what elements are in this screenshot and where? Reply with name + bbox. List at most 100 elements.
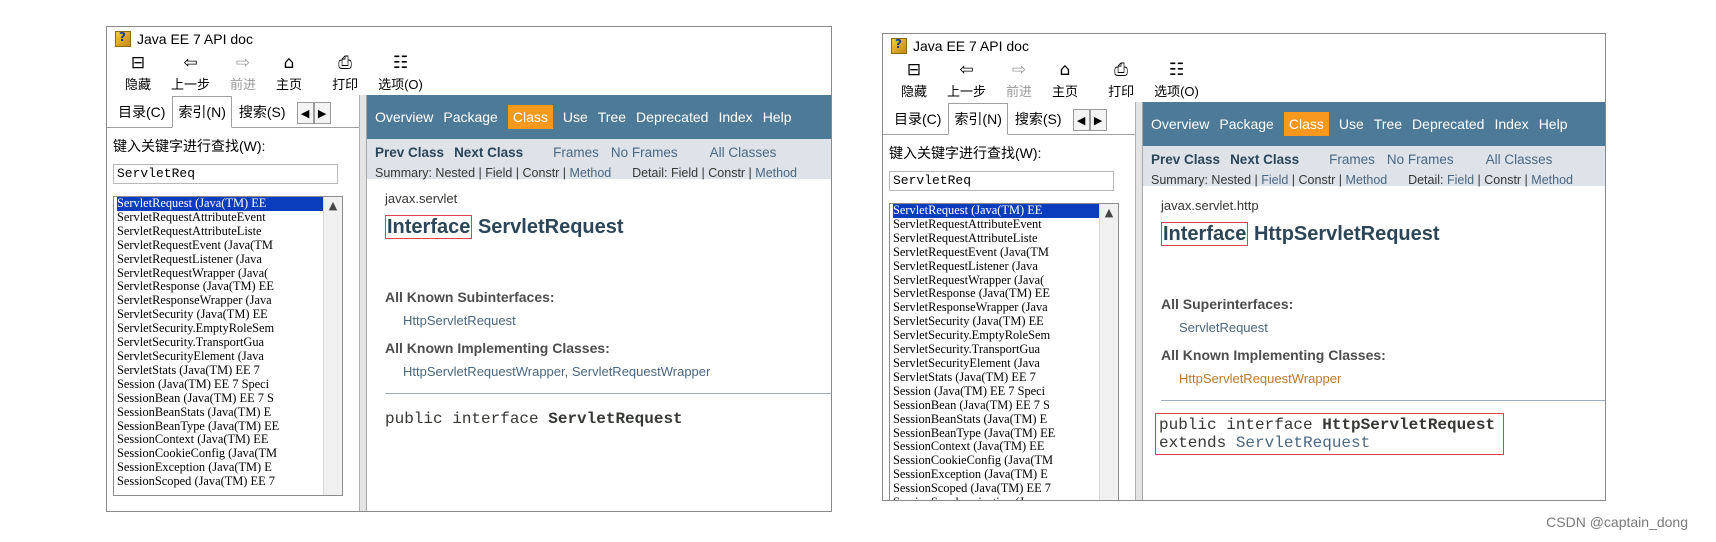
back-button[interactable]: ⇦ 上一步 bbox=[947, 61, 986, 100]
index-list-item[interactable]: SessionCookieConfig (Java(TM bbox=[893, 454, 1099, 468]
detail-method-link[interactable]: Method bbox=[1531, 173, 1573, 187]
index-list-item[interactable]: SessionScoped (Java(TM) EE 7 bbox=[893, 482, 1099, 496]
next-class-link[interactable]: Next Class bbox=[454, 145, 523, 160]
next-class-link[interactable]: Next Class bbox=[1230, 152, 1299, 167]
nav-tree[interactable]: Tree bbox=[1374, 116, 1402, 132]
tab-scroll-right-icon[interactable]: ▶ bbox=[313, 102, 331, 124]
keyword-input[interactable]: ServletReq bbox=[889, 171, 1114, 191]
index-list-item[interactable]: ServletResponse (Java(TM) EE bbox=[117, 280, 323, 294]
print-button[interactable]: ⎙ 打印 bbox=[332, 54, 358, 93]
nav-deprecated[interactable]: Deprecated bbox=[636, 109, 708, 125]
index-list-scrollbar[interactable]: ▲ bbox=[323, 197, 342, 495]
nav-help[interactable]: Help bbox=[1539, 116, 1568, 132]
index-list-item[interactable]: ServletSecurity.EmptyRoleSem bbox=[117, 322, 323, 336]
print-button[interactable]: ⎙ 打印 bbox=[1108, 61, 1134, 100]
frames-link[interactable]: Frames bbox=[1329, 152, 1375, 167]
index-list-item[interactable]: SessionBeanStats (Java(TM) E bbox=[117, 406, 323, 420]
nav-help[interactable]: Help bbox=[763, 109, 792, 125]
forward-button[interactable]: ⇨ 前进 bbox=[230, 54, 256, 93]
summary-method-link[interactable]: Method bbox=[1346, 173, 1388, 187]
index-list-item[interactable]: SessionContext (Java(TM) EE bbox=[893, 440, 1099, 454]
prev-class-link[interactable]: Prev Class bbox=[1151, 152, 1220, 167]
nav-overview[interactable]: Overview bbox=[375, 109, 433, 125]
index-list-item[interactable]: ServletSecurity.TransportGua bbox=[117, 336, 323, 350]
tab-scroll-left-icon[interactable]: ◀ bbox=[1072, 109, 1090, 131]
index-list-item[interactable]: SessionBeanType (Java(TM) EE bbox=[893, 427, 1099, 441]
prev-class-link[interactable]: Prev Class bbox=[375, 145, 444, 160]
index-list-item[interactable]: ServletRequestListener (Java bbox=[893, 260, 1099, 274]
index-list-item[interactable]: SessionCookieConfig (Java(TM bbox=[117, 447, 323, 461]
summary-method-link[interactable]: Method bbox=[570, 166, 612, 180]
nav-overview[interactable]: Overview bbox=[1151, 116, 1209, 132]
nav-use[interactable]: Use bbox=[563, 109, 588, 125]
nav-package[interactable]: Package bbox=[443, 109, 497, 125]
tab-search[interactable]: 搜索(S) bbox=[234, 98, 291, 127]
subinterface-link[interactable]: HttpServletRequest bbox=[403, 313, 831, 328]
index-list-item[interactable]: ServletRequestAttributeListe bbox=[893, 232, 1099, 246]
no-frames-link[interactable]: No Frames bbox=[611, 145, 678, 160]
detail-method-link[interactable]: Method bbox=[755, 166, 797, 180]
pane-splitter[interactable] bbox=[360, 95, 367, 511]
no-frames-link[interactable]: No Frames bbox=[1387, 152, 1454, 167]
index-list-item[interactable]: ServletRequestWrapper (Java( bbox=[893, 274, 1099, 288]
index-list-item[interactable]: Session (Java(TM) EE 7 Speci bbox=[893, 385, 1099, 399]
index-list-item[interactable]: ServletRequestAttributeEvent bbox=[117, 211, 323, 225]
index-list-item[interactable]: SessionScoped (Java(TM) EE 7 bbox=[117, 475, 323, 489]
tab-contents[interactable]: 目录(C) bbox=[113, 98, 170, 127]
index-list-item[interactable]: ServletSecurity (Java(TM) EE bbox=[893, 315, 1099, 329]
index-list-item[interactable]: ServletRequestListener (Java bbox=[117, 253, 323, 267]
index-list-item[interactable]: ServletRequest (Java(TM) EE bbox=[117, 197, 323, 211]
tab-contents[interactable]: 目录(C) bbox=[889, 105, 946, 134]
tab-scroll-right-icon[interactable]: ▶ bbox=[1089, 109, 1107, 131]
index-list-item[interactable]: ServletRequestEvent (Java(TM bbox=[893, 246, 1099, 260]
index-list-item[interactable]: SessionBeanType (Java(TM) EE bbox=[117, 420, 323, 434]
index-list-item[interactable]: SessionSynchronization (Java bbox=[893, 496, 1099, 500]
keyword-input[interactable]: ServletReq bbox=[113, 164, 338, 184]
index-list-item[interactable]: ServletResponseWrapper (Java bbox=[117, 294, 323, 308]
tab-search[interactable]: 搜索(S) bbox=[1010, 105, 1067, 134]
index-list-item[interactable]: SessionBeanStats (Java(TM) E bbox=[893, 413, 1099, 427]
all-classes-link[interactable]: All Classes bbox=[710, 145, 777, 160]
index-list-item[interactable]: SessionBean (Java(TM) EE 7 S bbox=[117, 392, 323, 406]
index-list-item[interactable]: ServletSecurity.TransportGua bbox=[893, 343, 1099, 357]
index-list-item[interactable]: SessionException (Java(TM) E bbox=[117, 461, 323, 475]
back-button[interactable]: ⇦ 上一步 bbox=[171, 54, 210, 93]
options-button[interactable]: ☷ 选项(O) bbox=[1154, 61, 1199, 100]
index-list-item[interactable]: ServletSecurityElement (Java bbox=[893, 357, 1099, 371]
options-button[interactable]: ☷ 选项(O) bbox=[378, 54, 423, 93]
home-button[interactable]: ⌂ 主页 bbox=[276, 54, 302, 93]
all-classes-link[interactable]: All Classes bbox=[1486, 152, 1553, 167]
nav-index[interactable]: Index bbox=[718, 109, 752, 125]
index-list-item[interactable]: ServletStats (Java(TM) EE 7 bbox=[893, 371, 1099, 385]
index-list-item[interactable]: ServletResponseWrapper (Java bbox=[893, 301, 1099, 315]
index-list-scrollbar[interactable]: ▲ bbox=[1099, 204, 1118, 500]
nav-index[interactable]: Index bbox=[1494, 116, 1528, 132]
index-list-item[interactable]: ServletSecurity.EmptyRoleSem bbox=[893, 329, 1099, 343]
index-list-item[interactable]: SessionException (Java(TM) E bbox=[893, 468, 1099, 482]
pane-splitter[interactable] bbox=[1136, 102, 1143, 500]
nav-package[interactable]: Package bbox=[1219, 116, 1273, 132]
tab-index[interactable]: 索引(N) bbox=[948, 103, 1008, 135]
implementing-classes-links[interactable]: HttpServletRequestWrapper bbox=[1179, 371, 1605, 386]
superinterface-link[interactable]: ServletRequest bbox=[1179, 320, 1605, 335]
hide-button[interactable]: ⊟ 隐藏 bbox=[125, 54, 151, 93]
frames-link[interactable]: Frames bbox=[553, 145, 599, 160]
nav-use[interactable]: Use bbox=[1339, 116, 1364, 132]
index-list[interactable]: ServletRequest (Java(TM) EE ServletReques… bbox=[113, 196, 343, 496]
nav-tree[interactable]: Tree bbox=[598, 109, 626, 125]
tab-index[interactable]: 索引(N) bbox=[172, 96, 232, 128]
scroll-up-icon[interactable]: ▲ bbox=[1100, 204, 1118, 222]
index-list-item[interactable]: ServletResponse (Java(TM) EE bbox=[893, 287, 1099, 301]
hide-button[interactable]: ⊟ 隐藏 bbox=[901, 61, 927, 100]
scroll-up-icon[interactable]: ▲ bbox=[324, 197, 342, 215]
detail-field-link[interactable]: Field bbox=[1447, 173, 1474, 187]
index-list[interactable]: ServletRequest (Java(TM) EE ServletReques… bbox=[889, 203, 1119, 500]
index-list-item[interactable]: ServletRequestEvent (Java(TM bbox=[117, 239, 323, 253]
index-list-item[interactable]: SessionBean (Java(TM) EE 7 S bbox=[893, 399, 1099, 413]
index-list-item[interactable]: ServletStats (Java(TM) EE 7 bbox=[117, 364, 323, 378]
summary-field-link[interactable]: Field bbox=[1261, 173, 1288, 187]
implementing-classes-links[interactable]: HttpServletRequestWrapper, ServletReques… bbox=[403, 364, 831, 379]
decl-super-link[interactable]: ServletRequest bbox=[1236, 434, 1370, 452]
index-list-item[interactable]: Session (Java(TM) EE 7 Speci bbox=[117, 378, 323, 392]
home-button[interactable]: ⌂ 主页 bbox=[1052, 61, 1078, 100]
